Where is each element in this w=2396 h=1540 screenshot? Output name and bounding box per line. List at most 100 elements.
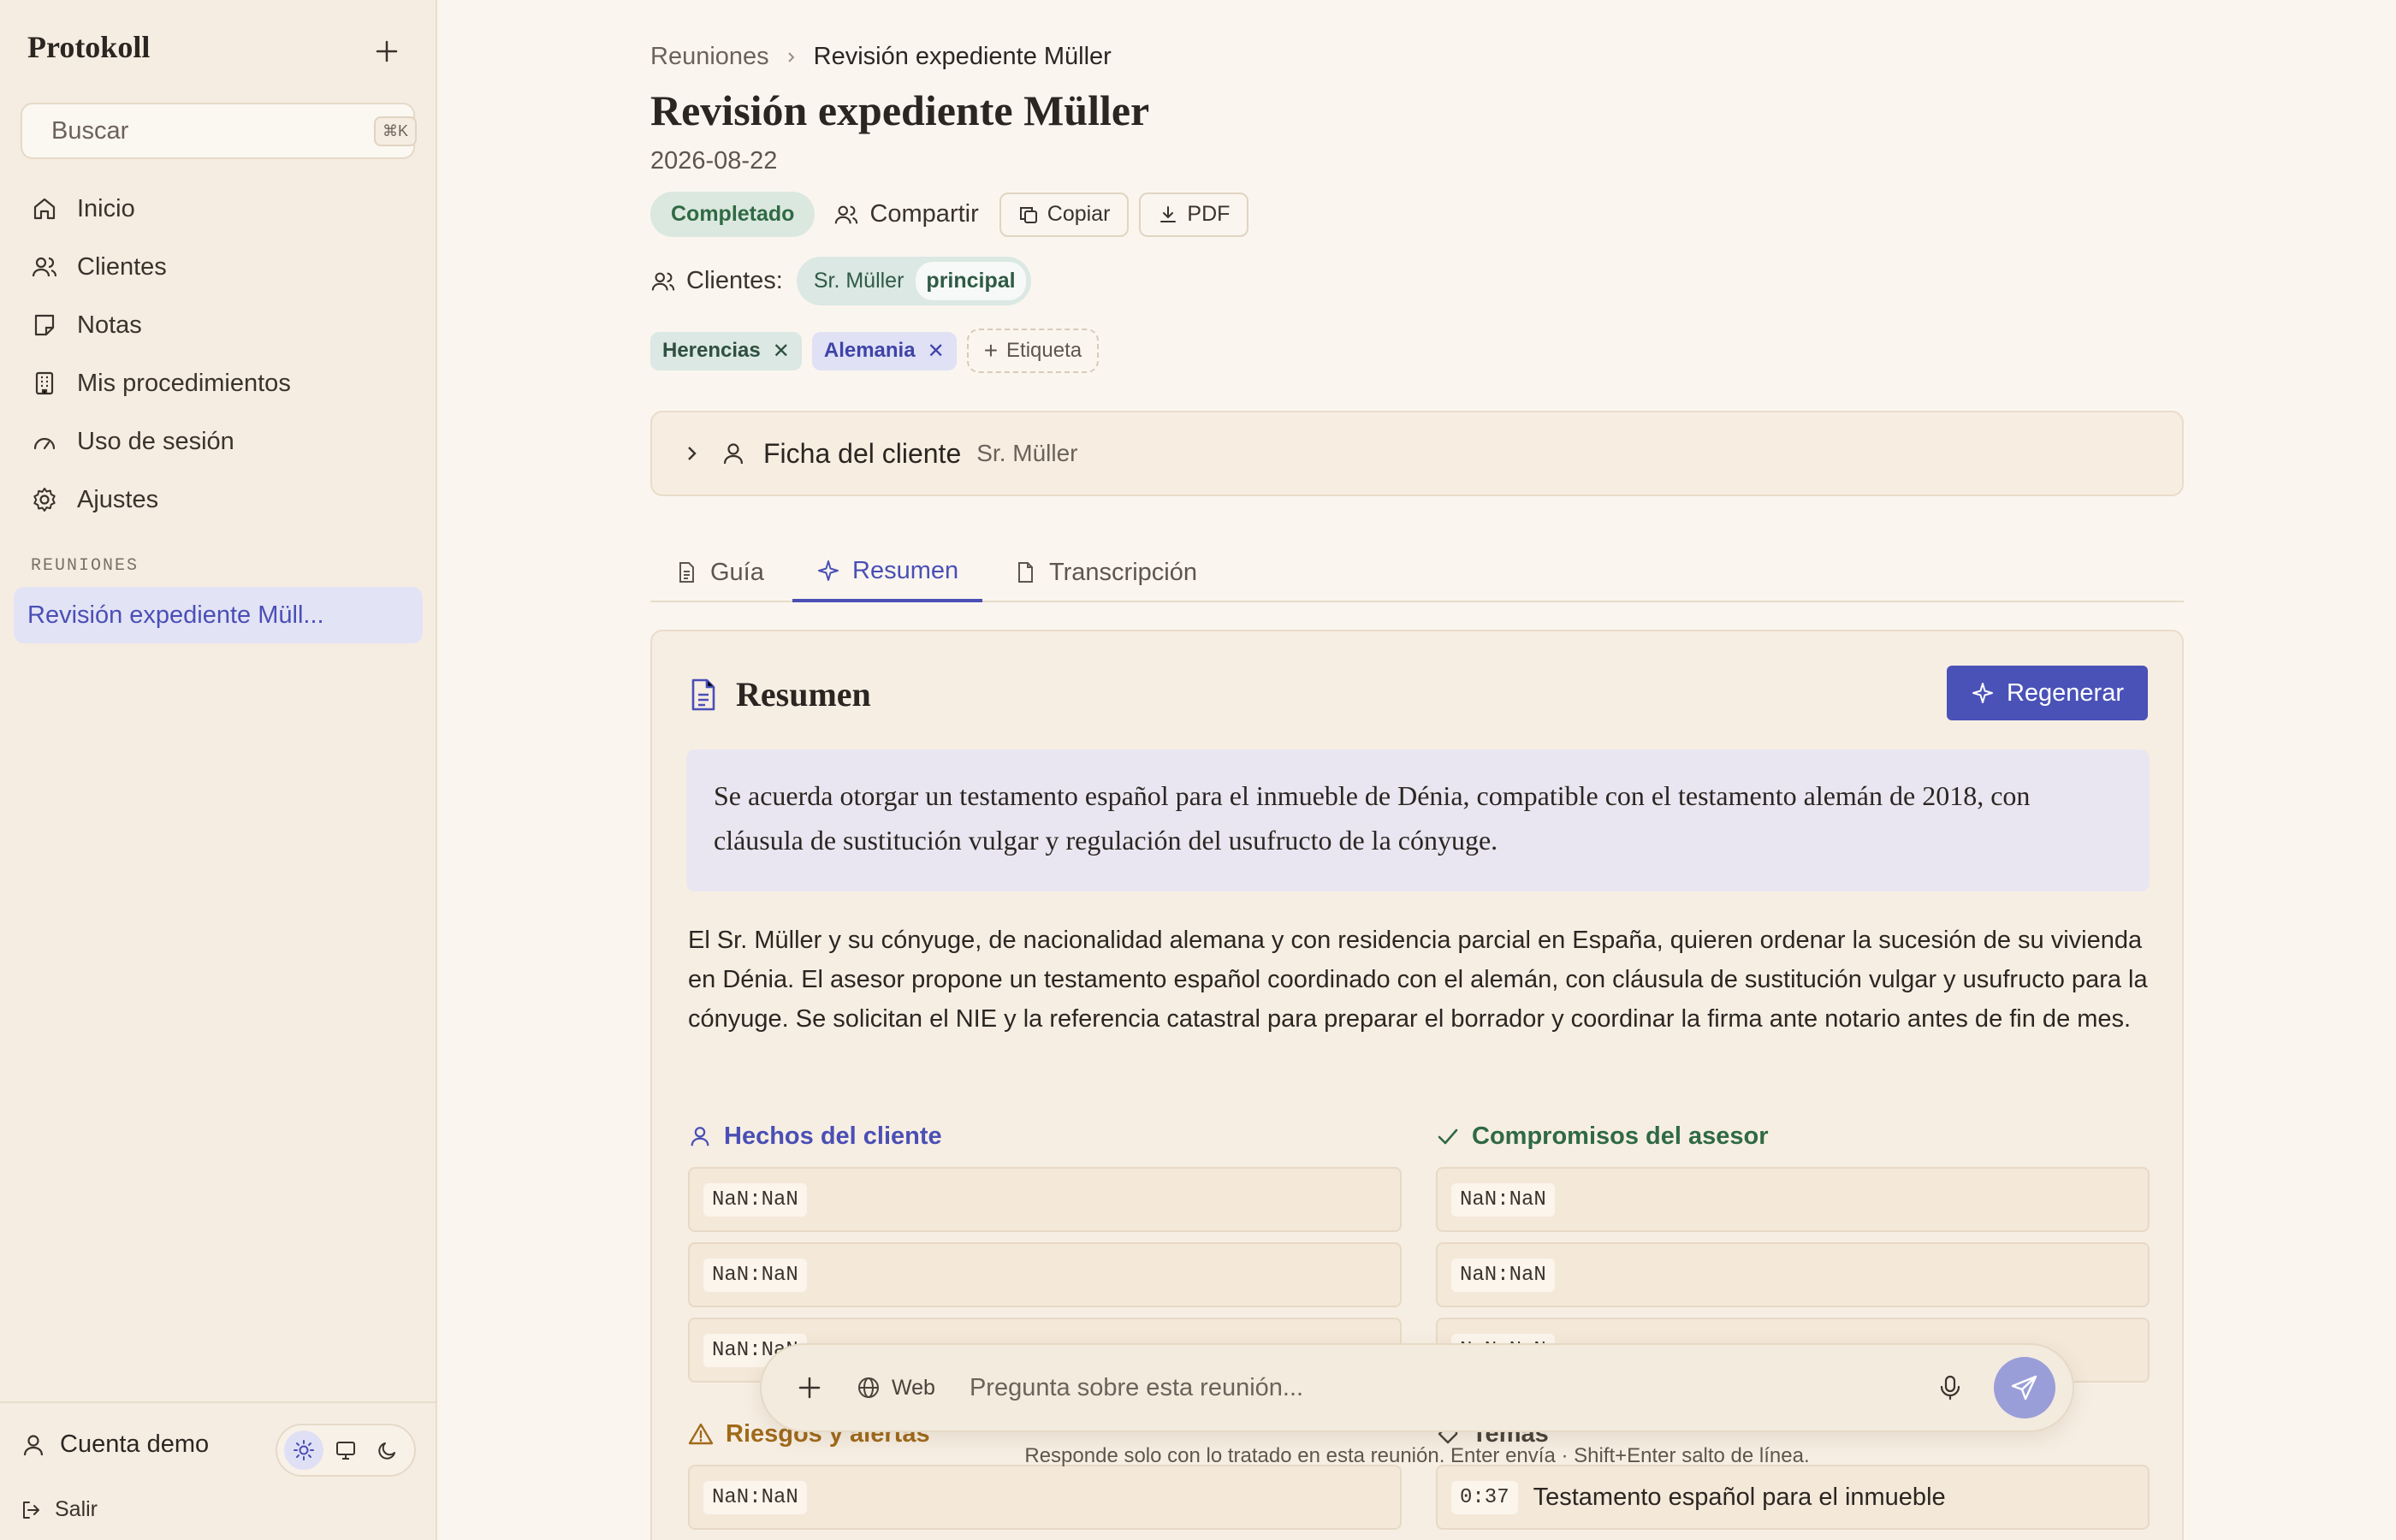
chat-hint: Responde solo con lo tratado en esta reu… (1024, 1444, 1810, 1467)
copy-label: Copiar (1047, 202, 1111, 226)
plus-icon: + (983, 337, 999, 364)
gear-icon (29, 484, 60, 515)
sidebar-item-notas[interactable]: Notas (14, 296, 423, 354)
sidebar-item-inicio[interactable]: Inicio (14, 180, 423, 238)
share-button[interactable]: Compartir (833, 200, 979, 228)
check-icon (1436, 1124, 1460, 1148)
sidebar-item-ajustes[interactable]: Ajustes (14, 471, 423, 529)
client-card-toggle[interactable]: Ficha del cliente Sr. Müller (650, 411, 2184, 496)
user-icon (721, 441, 746, 466)
search-box[interactable]: ⌘K (21, 103, 418, 159)
chat-bar: Web (760, 1343, 2074, 1432)
summary-body: El Sr. Müller y su cónyuge, de nacionali… (688, 927, 2148, 1033)
account-button[interactable]: Cuenta demo (21, 1430, 209, 1459)
sun-icon (293, 1440, 314, 1460)
tab-label: Guía (710, 558, 764, 586)
tab-transcripcion[interactable]: Transcripción (1013, 542, 1197, 602)
copy-icon (1018, 204, 1039, 225)
tab-guia[interactable]: Guía (674, 542, 764, 602)
search-input[interactable] (51, 116, 374, 145)
regenerate-button[interactable]: Regenerar (1946, 666, 2148, 720)
summary-title: Resumen (736, 675, 871, 714)
breadcrumb: Reuniones Revisión expediente Müller (650, 43, 1112, 71)
sidebar-item-uso-sesion[interactable]: Uso de sesión (14, 412, 423, 471)
risk-row[interactable]: NaN:NaN (688, 1465, 1402, 1530)
theme-light-button[interactable] (283, 1430, 323, 1470)
clients-row: Clientes: Sr. Müller principal (650, 257, 1031, 305)
chevron-right-icon (785, 50, 798, 64)
timestamp: NaN:NaN (1451, 1182, 1555, 1217)
meeting-actions: Completado Compartir Copiar PDF (650, 192, 1259, 237)
sidebar-meeting-item[interactable]: Revisión expediente Müll... (14, 587, 423, 643)
tab-label: Resumen (852, 556, 959, 584)
file-icon (1013, 560, 1037, 584)
download-icon (1158, 204, 1178, 225)
fact-row[interactable]: NaN:NaN (688, 1167, 1402, 1232)
copy-button[interactable]: Copiar (999, 192, 1130, 237)
document-icon (674, 560, 698, 584)
sidebar-item-label: Clientes (77, 252, 167, 281)
tab-resumen[interactable]: Resumen (792, 542, 983, 602)
chat-input[interactable] (969, 1373, 1920, 1402)
sidebar-item-label: Ajustes (77, 485, 159, 513)
theme-dark-button[interactable] (368, 1430, 407, 1470)
attach-button[interactable] (792, 1371, 827, 1405)
breadcrumb-root-link[interactable]: Reuniones (650, 43, 769, 71)
sidebar-item-clientes[interactable]: Clientes (14, 238, 423, 296)
regenerate-label: Regenerar (2006, 678, 2124, 707)
send-button[interactable] (1994, 1357, 2055, 1419)
fact-row[interactable]: NaN:NaN (688, 1242, 1402, 1307)
theme-system-button[interactable] (326, 1430, 365, 1470)
plus-icon (376, 40, 398, 62)
web-label: Web (892, 1375, 935, 1400)
timestamp: NaN:NaN (1451, 1258, 1555, 1292)
remove-tag-icon[interactable]: ✕ (928, 339, 945, 364)
moon-icon (378, 1442, 396, 1460)
commitment-row[interactable]: NaN:NaN (1436, 1242, 2150, 1307)
note-icon (29, 310, 60, 341)
commitments-title: Compromisos del asesor (1436, 1119, 2150, 1153)
add-tag-label: Etiqueta (1006, 339, 1082, 362)
sidebar-item-label: Inicio (77, 194, 135, 222)
chevron-right-icon (683, 444, 702, 463)
commitment-row[interactable]: NaN:NaN (1436, 1167, 2150, 1232)
share-label: Compartir (869, 200, 979, 228)
add-tag-button[interactable]: + Etiqueta (966, 329, 1100, 373)
remove-tag-icon[interactable]: ✕ (773, 339, 790, 364)
topic-row[interactable]: 0:37 Testamento español para el inmueble (1436, 1465, 2150, 1530)
facts-title: Hechos del cliente (688, 1119, 1402, 1153)
summary-header: Resumen (688, 674, 871, 714)
facts-title-label: Hechos del cliente (724, 1122, 942, 1150)
new-meeting-button[interactable] (370, 34, 404, 68)
logout-button[interactable]: Salir (21, 1497, 98, 1522)
search-shortcut: ⌘K (374, 116, 418, 146)
sidebar-nav: Inicio Clientes Notas Mis procedimientos… (14, 180, 423, 529)
sparkle-icon (1971, 681, 1995, 705)
topic-text: Testamento español para el inmueble (1533, 1483, 1946, 1511)
breadcrumb-current: Revisión expediente Müller (813, 43, 1112, 70)
meetings-section-label: REUNIONES (31, 556, 139, 576)
sidebar-item-label: Mis procedimientos (77, 369, 291, 397)
client-chip[interactable]: Sr. Müller principal (796, 257, 1031, 305)
sidebar-item-label: Notas (77, 311, 142, 339)
clients-label: Clientes: (686, 267, 783, 294)
tab-label: Transcripción (1049, 558, 1197, 586)
plus-icon (798, 1377, 821, 1399)
user-icon (688, 1124, 712, 1148)
gauge-icon (29, 426, 60, 457)
summary-highlight: Se acuerda otorgar un testamento español… (686, 749, 2150, 891)
sidebar-item-procedimientos[interactable]: Mis procedimientos (14, 354, 423, 412)
theme-toggle (276, 1424, 416, 1477)
microphone-button[interactable] (1937, 1374, 1963, 1401)
timestamp: 0:37 (1451, 1480, 1518, 1514)
web-toggle-button[interactable]: Web (856, 1375, 935, 1401)
pdf-label: PDF (1187, 202, 1231, 226)
monitor-icon (335, 1442, 355, 1460)
sparkle-icon (816, 559, 840, 583)
home-icon (29, 193, 60, 224)
status-badge: Completado (650, 192, 815, 237)
sidebar-footer: Cuenta demo Salir (0, 1401, 437, 1540)
tag-chip: Alemania ✕ (811, 331, 957, 370)
client-card-subtitle: Sr. Müller (976, 440, 1078, 466)
pdf-button[interactable]: PDF (1139, 192, 1249, 237)
